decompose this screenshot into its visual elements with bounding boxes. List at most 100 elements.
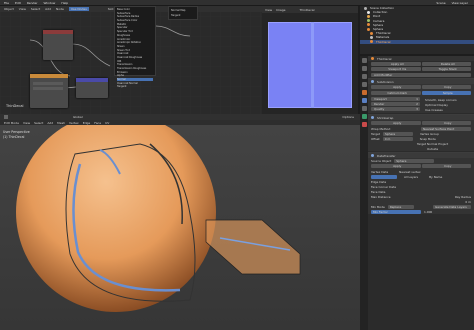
view-layer-label[interactable]: View Layer [452,1,468,5]
wrap-method-field[interactable]: Wrap Method Nearest Surface Point [368,126,474,131]
data-tab-icon[interactable] [361,114,367,119]
modifier-name[interactable]: Subdivision [377,80,394,84]
ie-menu-image[interactable]: Image [276,8,285,12]
output-tab-icon[interactable] [361,74,367,79]
ie-menu-view[interactable]: View [265,8,272,12]
menu-item[interactable]: Clearcoat Normal [117,82,153,85]
socket-menu[interactable]: Base Color Subsurface Subsurface Radius Sub… [114,6,156,88]
object-name[interactable]: ThinDecal [377,57,391,61]
menu-item[interactable]: Base Color [117,8,153,11]
viewport-info-object: (1) ThinDecal [3,135,25,139]
render-tab-icon[interactable] [361,66,367,71]
outside-option[interactable]: Outside [368,146,474,151]
menu-item[interactable]: Tangent [117,85,153,88]
physics-tab-icon[interactable] [361,106,367,111]
menu-item[interactable]: Sheen [117,45,153,48]
3d-viewport[interactable]: User Perspective (1) ThinDecal [0,114,360,330]
toggle-stack-button[interactable]: Toggle Stack [421,67,471,71]
menu-item[interactable]: Alpha [117,74,153,77]
outliner-item[interactable]: ThinDecal [360,39,474,44]
workspace-label[interactable]: Scene [436,1,445,5]
menu-item[interactable]: Anisotropic Rotation [117,41,153,44]
menu-file[interactable]: File [4,1,9,5]
menu-item[interactable]: Anisotropic [117,38,153,41]
node-texture-coordinate[interactable] [43,30,73,60]
delete-all-button[interactable]: Delete All [421,62,471,66]
menu-item[interactable]: Specular Tint [117,30,153,33]
catmull-clark-option[interactable]: Catmull-Clark [371,91,421,95]
menu-item[interactable]: Clearcoat [117,52,153,55]
menu-edit[interactable]: Edit [15,1,21,5]
vp-menu-mesh[interactable]: Mesh [57,121,65,125]
submenu-item-normal-map[interactable]: Normal Map [171,9,195,12]
ne-menu-add[interactable]: Add [45,7,51,11]
transform-orientation[interactable]: Global [73,115,83,119]
scene-tab-icon[interactable] [361,82,367,87]
menu-item[interactable]: Specular [117,26,153,29]
object-icon [364,6,367,10]
menu-item[interactable]: Roughness [117,34,153,37]
menu-item[interactable]: IOR [117,60,153,63]
vp-menu-vertex[interactable]: Vertex [69,121,79,125]
image-editor[interactable] [262,6,358,114]
menu-item[interactable]: Subsurface Radius [117,15,153,18]
menu-item[interactable]: Clearcoat Roughness [117,56,153,59]
copy-button[interactable]: Copy [421,121,471,125]
ne-menu-select[interactable]: Select [31,7,40,11]
submenu-item-tangent[interactable]: Tangent [171,14,195,17]
copy-button[interactable]: Copy [421,164,471,168]
viewport-vis-button[interactable]: Viewport Vis [371,67,421,71]
ne-menu-object[interactable]: Object [4,7,14,11]
render-levels-field[interactable]: Render 2 [371,102,420,106]
viewport-levels-field[interactable]: Viewport 1 [371,97,420,101]
generate-data-layers-button[interactable]: Generate Data Layers [433,204,471,209]
menu-item[interactable]: Sheen Tint [117,49,153,52]
socket-submenu[interactable]: Normal Map Tangent [168,6,198,20]
apply-button[interactable]: Apply [371,164,421,168]
vp-menu-add[interactable]: Add [47,121,53,125]
ne-menu-node[interactable]: Node [56,7,64,11]
node-normal-map[interactable] [76,78,108,98]
apply-button[interactable]: Apply [371,121,421,125]
menu-item[interactable]: Subsurface Color [117,19,153,22]
simple-option[interactable]: Simple [421,91,471,95]
menu-window[interactable]: Window [44,1,56,5]
vp-menu-uv[interactable]: UV [105,121,109,125]
editor-type-icon[interactable] [4,115,8,119]
menu-help[interactable]: Help [61,1,68,5]
use-nodes-toggle[interactable]: Use Nodes [68,7,89,11]
modifier-name[interactable]: DataTransfer [377,154,396,158]
tool-tab-icon[interactable] [361,58,367,63]
ne-menu-view[interactable]: View [19,7,26,11]
ie-image-name[interactable]: ThinDecal [300,8,315,12]
image-editor-header: View Image ThinDecal [262,6,358,13]
vp-menu-select[interactable]: Select [34,121,43,125]
menu-item[interactable]: Transmission Roughness [117,67,153,70]
menu-item[interactable]: Metallic [117,23,153,26]
vp-menu-face[interactable]: Face [94,121,101,125]
object-tab-icon[interactable] [361,90,367,95]
modifier-name[interactable]: Shrinkwrap [377,116,393,120]
outliner[interactable]: Scene Collection Collection Point Camera Sph… [360,6,474,54]
apply-all-button[interactable]: Apply All [371,62,421,66]
menu-item[interactable]: Transmission [117,63,153,66]
mode-select[interactable]: Edit Mode [4,121,19,125]
mix-factor-field[interactable]: Mix Factor 1.000 [368,209,474,214]
properties-panel[interactable]: ThinDecal Apply All Delete All Viewport … [360,56,474,330]
viewport-options[interactable]: Options [342,115,354,119]
node-image-texture[interactable] [30,74,68,108]
material-tab-icon[interactable] [361,122,367,127]
copy-button[interactable]: Copy [421,85,471,89]
apply-button[interactable]: Apply [371,85,421,89]
modifier-tab-icon[interactable] [361,98,367,103]
vp-menu-edge[interactable]: Edge [83,121,91,125]
quality-field[interactable]: Quality 3 [371,107,420,111]
use-creases-check[interactable]: Use Creases [422,107,471,112]
add-modifier-button[interactable]: Add Modifier [371,73,471,77]
vp-menu-view[interactable]: View [23,121,30,125]
object-icon [367,23,370,27]
menu-render[interactable]: Render [27,1,38,5]
menu-item[interactable]: Emission [117,71,153,74]
menu-item[interactable]: Subsurface [117,12,153,15]
menu-item[interactable]: Normal [117,78,153,81]
